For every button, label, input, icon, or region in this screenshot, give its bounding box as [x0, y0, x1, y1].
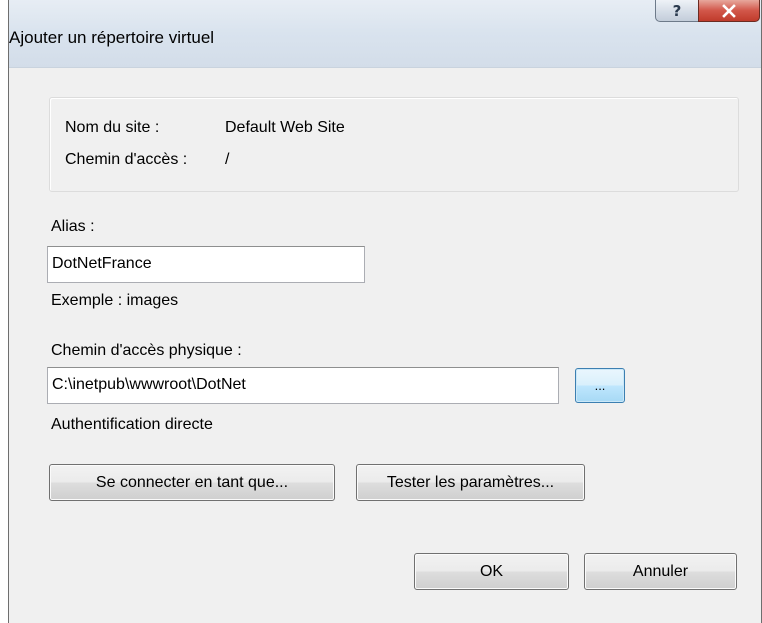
ok-button[interactable]: OK: [414, 553, 569, 590]
close-button[interactable]: [698, 0, 760, 22]
browse-button[interactable]: ...: [575, 368, 625, 403]
close-icon: [722, 3, 736, 18]
alias-input[interactable]: DotNetFrance: [47, 246, 365, 283]
window-title: Ajouter un répertoire virtuel: [9, 28, 215, 47]
site-info-panel: Nom du site : Default Web Site Chemin d'a…: [49, 97, 739, 192]
alias-example: Exemple : images: [51, 292, 179, 309]
site-path-label: Chemin d'accès :: [65, 151, 188, 168]
site-name-label: Nom du site :: [65, 119, 160, 136]
physical-path-label: Chemin d'accès physique :: [51, 342, 242, 359]
add-virtual-directory-dialog: Ajouter un répertoire virtuel ? Nom du s…: [8, 0, 762, 623]
alias-label: Alias :: [51, 218, 95, 235]
site-name-row: Nom du site : Default Web Site: [65, 119, 345, 137]
help-icon: ?: [672, 1, 682, 20]
dialog-body: Nom du site : Default Web Site Chemin d'a…: [9, 68, 761, 623]
physical-path-input[interactable]: C:\inetpub\wwwroot\DotNet: [47, 367, 559, 404]
connect-as-button[interactable]: Se connecter en tant que...: [49, 464, 335, 501]
authentication-label: Authentification directe: [51, 416, 213, 433]
test-settings-button[interactable]: Tester les paramètres...: [356, 464, 585, 501]
site-name-value: Default Web Site: [225, 119, 345, 136]
site-path-row: Chemin d'accès : /: [65, 151, 229, 169]
cancel-button[interactable]: Annuler: [584, 553, 737, 590]
title-bar[interactable]: Ajouter un répertoire virtuel ?: [9, 0, 761, 68]
help-button[interactable]: ?: [655, 0, 699, 22]
site-path-value: /: [225, 151, 230, 168]
